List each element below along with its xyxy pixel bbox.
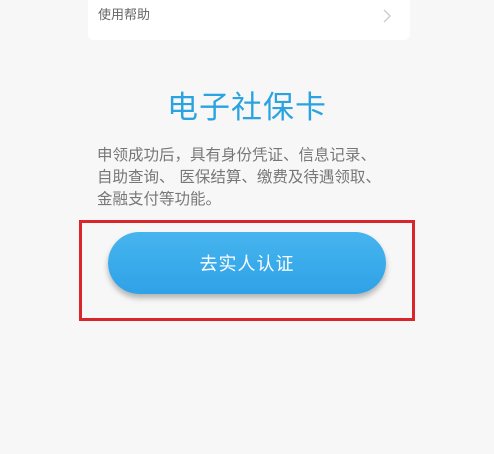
card-description: 申领成功后，具有身份凭证、信息记录、 自助查询、 医保结算、缴费及待遇领取、 金… — [97, 144, 417, 210]
help-row[interactable]: 使用帮助 — [88, 0, 410, 40]
help-card: 使用帮助 — [88, 0, 410, 40]
chevron-right-icon — [383, 9, 391, 23]
description-line: 金融支付等功能。 — [97, 190, 222, 208]
real-name-verify-button[interactable]: 去实人认证 — [108, 232, 386, 294]
help-label: 使用帮助 — [98, 8, 151, 23]
description-line: 申领成功后，具有身份凭证、信息记录、 — [97, 146, 377, 164]
page-title: 电子社保卡 — [167, 90, 327, 126]
description-line: 自助查询、 医保结算、缴费及待遇领取、 — [97, 168, 381, 186]
